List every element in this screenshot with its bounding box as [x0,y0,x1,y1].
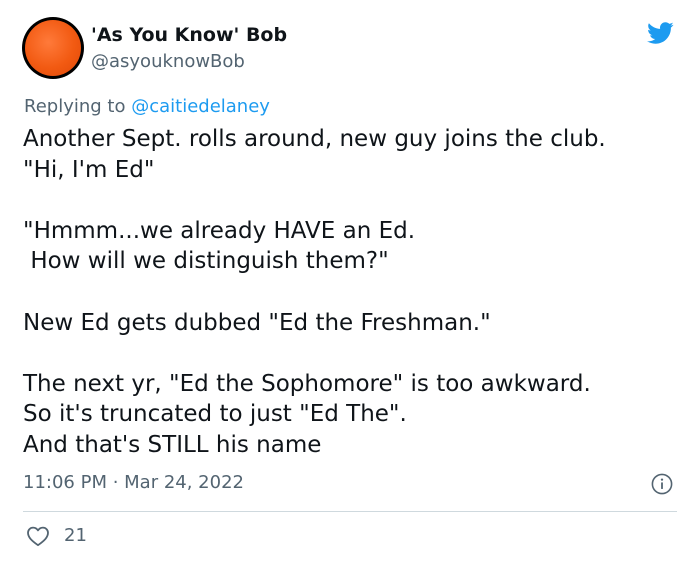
reply-mention-link[interactable]: @caitiedelaney [131,96,270,117]
tweet-text: Another Sept. rolls around, new guy join… [23,126,606,458]
heart-icon[interactable] [26,525,50,547]
divider [23,511,677,512]
reply-prefix: Replying to [24,96,132,117]
info-icon[interactable] [651,473,673,495]
like-count: 21 [64,525,87,546]
author-handle[interactable]: @asyouknowBob [91,51,245,72]
author-display-name[interactable]: 'As You Know' Bob [91,24,287,46]
tweet-card: 'As You Know' Bob @asyouknowBob Replying… [0,0,700,563]
avatar-image [25,20,81,76]
twitter-bird-icon[interactable] [644,19,676,47]
reply-context: Replying to @caitiedelaney [24,96,270,117]
tweet-timestamp[interactable]: 11:06 PM · Mar 24, 2022 [23,472,244,493]
avatar[interactable] [22,17,84,79]
